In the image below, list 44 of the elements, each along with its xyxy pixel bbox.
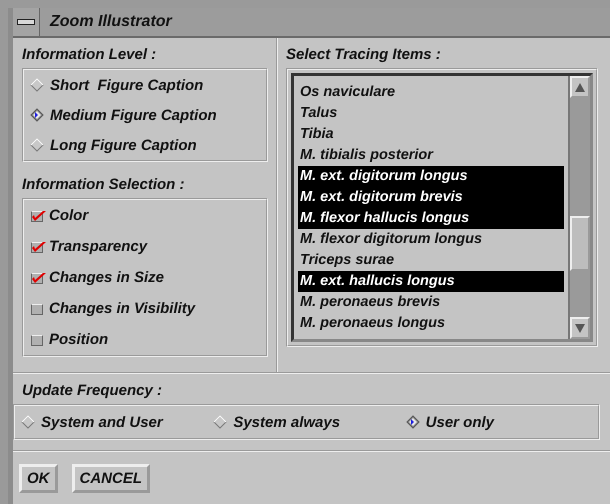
radio-label[interactable]: System and User: [41, 414, 163, 430]
list-item[interactable]: Tibia: [298, 124, 564, 145]
radio-label[interactable]: Short Figure Caption: [50, 76, 204, 94]
scroll-thumb[interactable]: [570, 216, 590, 271]
radio-icon[interactable]: [213, 415, 228, 429]
radio-label[interactable]: User only: [426, 414, 494, 430]
cancel-button[interactable]: CANCEL: [72, 464, 150, 493]
section-heading: Information Level :: [22, 46, 156, 65]
section-heading: Information Selection :: [22, 176, 185, 195]
scrollbar[interactable]: [568, 76, 590, 339]
list-item[interactable]: M. tibialis posterior: [298, 145, 564, 166]
radio-selected-icon[interactable]: [30, 108, 44, 122]
section-heading: Select Tracing Items :: [286, 46, 441, 65]
checkbox-label[interactable]: Transparency: [49, 238, 148, 255]
checkbox-checked-icon[interactable]: [30, 240, 47, 254]
radio-icon[interactable]: [30, 78, 44, 92]
radio-label[interactable]: Long Figure Caption: [50, 136, 197, 154]
radio-label[interactable]: System always: [233, 414, 340, 430]
scroll-up-icon[interactable]: [575, 82, 585, 92]
checkbox-checked-icon[interactable]: [30, 208, 47, 222]
checkbox-label[interactable]: Changes in Visibility: [49, 300, 196, 317]
window-title: Zoom Illustrator: [50, 13, 172, 31]
list-item[interactable]: M. peronaeus longus: [298, 313, 564, 334]
section-heading: Update Frequency :: [22, 382, 162, 401]
checkbox-label[interactable]: Position: [49, 331, 108, 348]
ok-button[interactable]: OK: [19, 464, 58, 493]
radio-selected-icon[interactable]: [406, 415, 420, 429]
checkbox-label[interactable]: Changes in Size: [49, 269, 164, 286]
window-menu-icon[interactable]: [17, 18, 35, 26]
list-item[interactable]: Os naviculare: [298, 82, 564, 103]
radio-icon[interactable]: [21, 415, 35, 429]
radio-icon[interactable]: [30, 138, 44, 152]
list-item[interactable]: M. ext. digitorum longus: [298, 166, 564, 187]
list-item[interactable]: M. flexor hallucis longus: [298, 208, 564, 229]
list-item[interactable]: Talus: [298, 103, 564, 124]
list-item[interactable]: M. flexor digitorum longus: [298, 229, 564, 250]
list-item[interactable]: M. ext. hallucis longus: [298, 271, 564, 292]
scroll-down-icon[interactable]: [575, 324, 585, 332]
list-item[interactable]: Triceps surae: [298, 250, 564, 271]
checkbox-label[interactable]: Color: [49, 207, 88, 224]
radio-label[interactable]: Medium Figure Caption: [50, 106, 217, 124]
checkbox-checked-icon[interactable]: [30, 270, 47, 284]
list-item[interactable]: M. ext. digitorum brevis: [298, 187, 564, 208]
list-item[interactable]: M. peronaeus brevis: [298, 292, 564, 313]
